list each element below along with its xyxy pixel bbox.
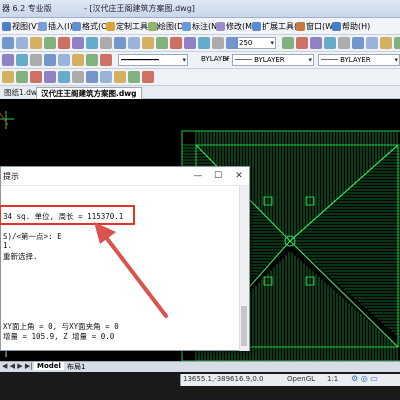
- annotation-scale[interactable]: 1:1: [327, 375, 338, 383]
- layout-tab-bar: ◀ ◀ ▶ ▶| Model 布局1: [0, 361, 400, 372]
- tab-model[interactable]: Model: [34, 362, 64, 370]
- opengl-indicator[interactable]: OpenGL: [287, 375, 315, 383]
- annotation-arrow: [94, 222, 168, 318]
- coordinate-readout: 13655.1,-389616.9,0.0: [183, 375, 264, 383]
- status-strip: 13655.1,-389616.9,0.0 OpenGL 1:1 ⚙ ◎ ▭: [180, 374, 400, 386]
- status-icons[interactable]: ⚙ ◎ ▭: [351, 374, 378, 383]
- tab-nav-arrows[interactable]: ◀ ◀ ▶ ▶|: [2, 362, 33, 370]
- status-bar: 13655.1,-389616.9,0.0 OpenGL 1:1 ⚙ ◎ ▭: [0, 372, 400, 400]
- tab-layout1[interactable]: 布局1: [64, 362, 88, 372]
